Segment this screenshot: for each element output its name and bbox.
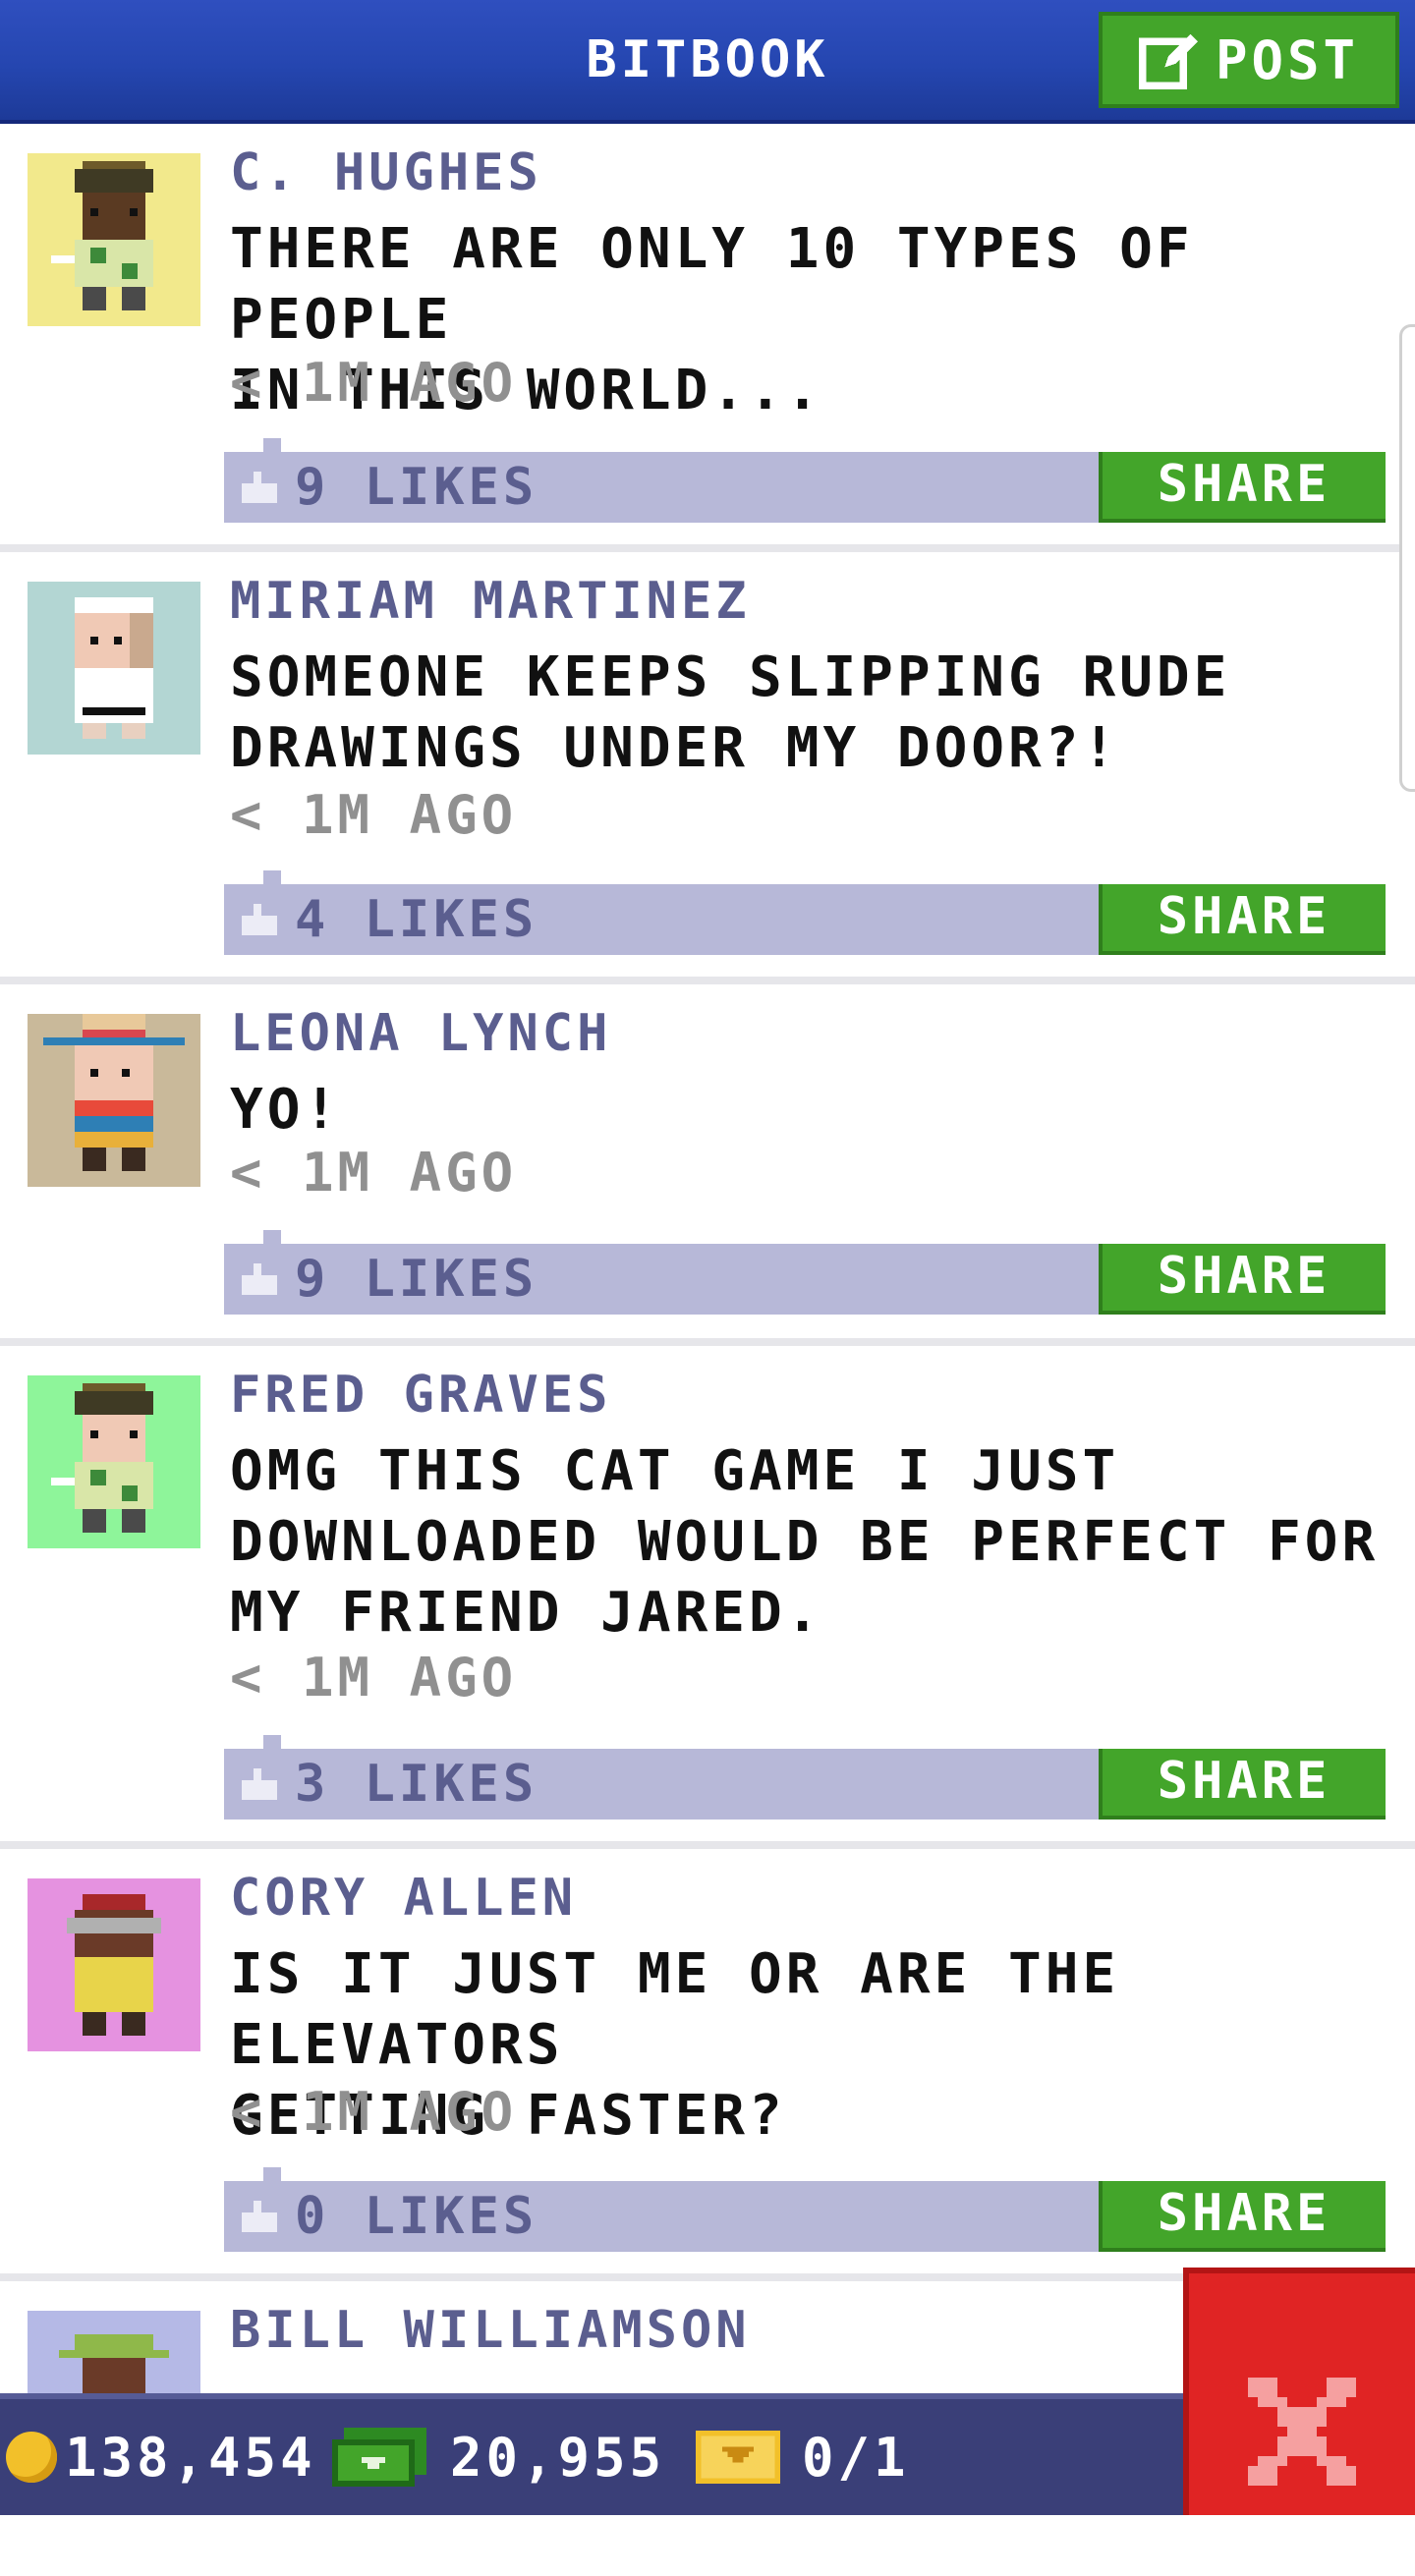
post-message: YO! (230, 1078, 342, 1142)
like-bar: 9 LIKES SHARE (224, 438, 1386, 523)
post-author[interactable]: LEONA LYNCH (230, 1004, 611, 1063)
like-icon[interactable] (242, 1768, 277, 1800)
post-time: < 1M AGO (230, 1142, 518, 1204)
share-button[interactable]: SHARE (1099, 1749, 1386, 1820)
post-button[interactable]: POST (1099, 12, 1399, 108)
compose-icon (1138, 33, 1198, 89)
post-time: < 1M AGO (230, 784, 518, 846)
like-bar: 0 LIKES SHARE (224, 2167, 1386, 2252)
likes-count[interactable]: 9 LIKES (295, 452, 538, 523)
share-button[interactable]: SHARE (1099, 452, 1386, 523)
post-author[interactable]: FRED GRAVES (230, 1366, 611, 1425)
app-header: BITBOOK POST (0, 0, 1415, 124)
likes-count[interactable]: 3 LIKES (295, 1749, 538, 1820)
post-author[interactable]: MIRIAM MARTINEZ (230, 572, 751, 631)
close-button[interactable] (1183, 2268, 1415, 2515)
close-icon (1248, 2378, 1356, 2486)
post-author[interactable]: CORY ALLEN (230, 1869, 577, 1928)
tickets-stat: 0/1 (696, 2399, 910, 2515)
coin-icon (6, 2432, 57, 2483)
post-message: SOMEONE KEEPS SLIPPING RUDE DRAWINGS UND… (230, 645, 1231, 780)
avatar[interactable] (28, 1014, 200, 1187)
post-message: OMG THIS CAT GAME I JUST DOWNLOADED WOUL… (230, 1439, 1380, 1645)
coins-stat: 138,454 (6, 2399, 316, 2515)
ticket-icon (696, 2431, 780, 2484)
share-button[interactable]: SHARE (1099, 2181, 1386, 2252)
post-item: CORY ALLEN IS IT JUST ME OR ARE THE ELEV… (0, 1849, 1415, 2281)
like-icon[interactable] (242, 2201, 277, 2232)
cash-value: 20,955 (450, 2426, 666, 2489)
like-icon[interactable] (242, 1263, 277, 1295)
post-time: < 1M AGO (230, 352, 518, 414)
post-item: MIRIAM MARTINEZ SOMEONE KEEPS SLIPPING R… (0, 552, 1415, 984)
share-button[interactable]: SHARE (1099, 884, 1386, 955)
post-button-label: POST (1215, 28, 1360, 91)
post-time: < 1M AGO (230, 1647, 518, 1708)
like-icon[interactable] (242, 472, 277, 503)
post-time: < 1M AGO (230, 2081, 518, 2143)
like-bar: 4 LIKES SHARE (224, 870, 1386, 955)
avatar[interactable] (28, 1878, 200, 2051)
like-bar: 9 LIKES SHARE (224, 1230, 1386, 1315)
post-author[interactable]: BILL WILLIAMSON (230, 2301, 751, 2360)
scrollbar-thumb[interactable] (1399, 324, 1415, 792)
post-author[interactable]: C. HUGHES (230, 143, 542, 202)
tickets-value: 0/1 (802, 2426, 910, 2489)
likes-count[interactable]: 9 LIKES (295, 1244, 538, 1315)
like-icon[interactable] (242, 904, 277, 935)
post-item: C. HUGHES THERE ARE ONLY 10 TYPES OF PEO… (0, 124, 1415, 552)
post-item: LEONA LYNCH YO! < 1M AGO 9 LIKES SHARE (0, 984, 1415, 1346)
post-item: FRED GRAVES OMG THIS CAT GAME I JUST DOW… (0, 1346, 1415, 1849)
like-bar: 3 LIKES SHARE (224, 1735, 1386, 1820)
likes-count[interactable]: 0 LIKES (295, 2181, 538, 2252)
coins-value: 138,454 (65, 2426, 316, 2489)
avatar[interactable] (28, 582, 200, 755)
likes-count[interactable]: 4 LIKES (295, 884, 538, 955)
avatar[interactable] (28, 1375, 200, 1548)
avatar[interactable] (28, 153, 200, 326)
share-button[interactable]: SHARE (1099, 1244, 1386, 1315)
cash-stat: 20,955 (332, 2399, 665, 2515)
bux-icon (332, 2428, 426, 2487)
